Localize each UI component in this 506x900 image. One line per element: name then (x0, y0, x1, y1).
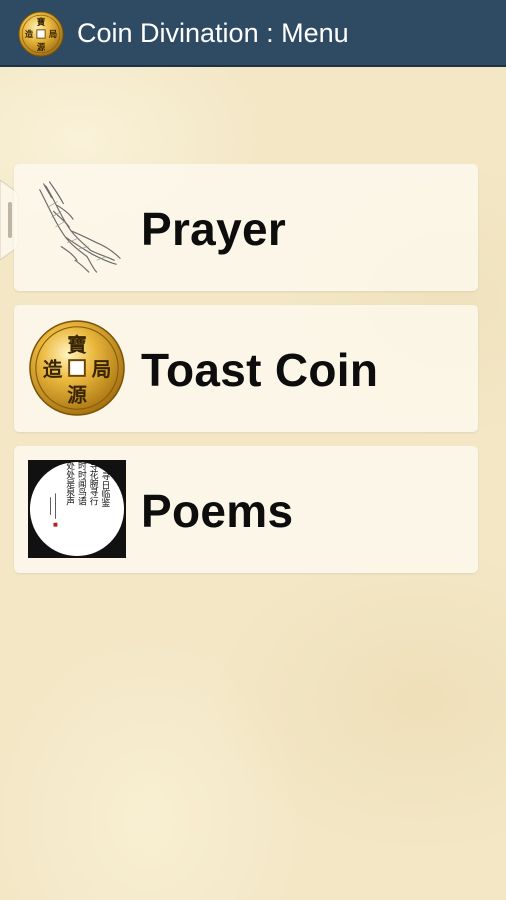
praying-hands-icon (39, 181, 121, 273)
coin-char-right: 局 (92, 358, 112, 381)
menu-item-toast-coin[interactable]: 寶 局 源 造 Toast Coin (14, 305, 478, 432)
coin-char-top: 寶 (67, 333, 87, 356)
coin-icon: 寶 局 源 造 (29, 320, 125, 416)
app-bar: 寶 局 源 造 Coin Divination : Menu (0, 0, 506, 67)
menu-item-label: Prayer (141, 203, 287, 255)
coin-icon[interactable]: 寶 局 源 造 (18, 11, 64, 57)
poem-column: 时时闻鸟语 (76, 460, 86, 506)
poem-column: 寻花腕寻行 (88, 461, 98, 506)
calligraphy-poem-icon: 寻日临鉴 寻花腕寻行 时时闻鸟语 处处是泉声 (28, 460, 126, 558)
poem-column: 寻日临鉴 (99, 472, 109, 508)
menu-item-poems[interactable]: 寻日临鉴 寻花腕寻行 时时闻鸟语 处处是泉声 Poems (14, 446, 478, 573)
coin-char-bottom: 源 (37, 42, 46, 52)
coin-char-right: 局 (48, 29, 57, 39)
coin-char-top: 寶 (37, 17, 46, 27)
menu-item-label: Poems (141, 485, 294, 537)
menu-item-prayer[interactable]: Prayer (14, 164, 478, 291)
coin-char-left: 造 (43, 358, 63, 381)
menu-item-label: Toast Coin (141, 344, 379, 396)
coin-char-bottom: 源 (67, 383, 87, 406)
poem-column: 处处是泉声 (64, 460, 74, 506)
coin-char-left: 造 (25, 29, 34, 39)
page-title: Coin Divination : Menu (77, 18, 349, 48)
